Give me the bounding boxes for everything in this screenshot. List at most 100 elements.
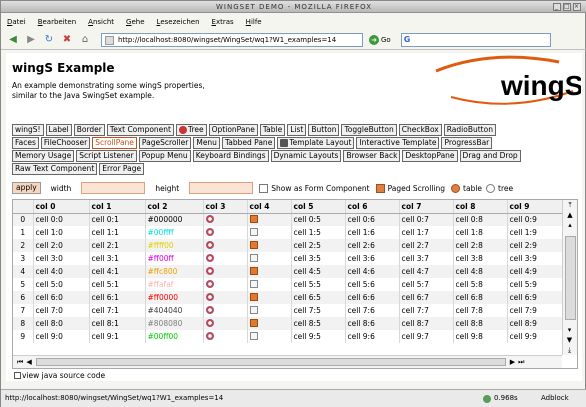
tab-button[interactable]: Button: [308, 124, 340, 136]
scroll-bottom-icon[interactable]: ⤓: [563, 345, 576, 355]
link-icon[interactable]: [205, 253, 214, 262]
row-checkbox[interactable]: [249, 214, 258, 223]
tab-error-page[interactable]: Error Page: [99, 163, 145, 175]
search-input[interactable]: G: [400, 32, 551, 47]
row-checkbox[interactable]: [249, 279, 258, 288]
tab-desktoppane[interactable]: DesktopPane: [402, 150, 458, 162]
menu-datei[interactable]: Datei: [7, 15, 26, 29]
column-header[interactable]: col 9: [507, 200, 563, 214]
link-icon[interactable]: [205, 266, 214, 275]
scroll-top-icon[interactable]: ⤒: [563, 200, 577, 210]
tab-togglebutton[interactable]: ToggleButton: [341, 124, 397, 136]
menu-bearbeiten[interactable]: Bearbeiten: [38, 15, 76, 29]
tab-radiobutton[interactable]: RadioButton: [443, 124, 496, 136]
tab-script-listener[interactable]: Script Listener: [76, 150, 137, 162]
row-checkbox[interactable]: [249, 227, 258, 236]
tab-faces[interactable]: Faces: [12, 137, 39, 149]
table-radio[interactable]: [451, 183, 461, 193]
tab-tabbed-pane[interactable]: Tabbed Pane: [221, 137, 276, 149]
column-header[interactable]: col 6: [345, 200, 400, 214]
back-icon[interactable]: ◀: [5, 32, 21, 48]
go-button[interactable]: ➜ Go: [369, 34, 391, 45]
menu-lesezeichen[interactable]: Lesezeichen: [157, 15, 200, 29]
tab-checkbox[interactable]: CheckBox: [398, 124, 442, 136]
column-header[interactable]: col 3: [203, 200, 248, 214]
scroll-down-icon[interactable]: ▼: [563, 335, 576, 345]
tab-interactive-template[interactable]: Interactive Template: [356, 137, 440, 149]
vertical-scroll-thumb[interactable]: [565, 236, 576, 320]
link-icon[interactable]: [205, 318, 214, 327]
tab-filechooser[interactable]: FileChooser: [40, 137, 91, 149]
tab-wings[interactable]: wingS!: [12, 124, 44, 136]
column-header[interactable]: col 0: [33, 200, 90, 214]
column-header[interactable]: col 7: [399, 200, 454, 214]
column-header[interactable]: col 4: [247, 200, 292, 214]
scroll-up-icon[interactable]: ▲: [563, 210, 577, 220]
column-header[interactable]: col 5: [291, 200, 346, 214]
scroll-left-icon[interactable]: ◀: [26, 358, 31, 366]
forward-icon[interactable]: ▶: [23, 32, 39, 48]
tree-radio[interactable]: [486, 183, 496, 193]
table-row[interactable]: 5 cell 5:0 cell 5:1 #ffafaf cell 5:5 cell 5:6…: [13, 278, 563, 291]
row-checkbox[interactable]: [249, 331, 258, 340]
link-icon[interactable]: [205, 214, 214, 223]
row-checkbox[interactable]: [249, 318, 258, 327]
tab-keyboard-bindings[interactable]: Keyboard Bindings: [192, 150, 269, 162]
row-checkbox[interactable]: [249, 253, 258, 262]
tab-memory-usage[interactable]: Memory Usage: [12, 150, 75, 162]
link-icon[interactable]: [205, 331, 214, 340]
row-checkbox[interactable]: [249, 240, 258, 249]
close-icon[interactable]: ×: [573, 3, 581, 11]
home-icon[interactable]: ⌂: [77, 32, 93, 48]
tab-dynamic-layouts[interactable]: Dynamic Layouts: [270, 150, 342, 162]
scroll-first-icon[interactable]: ⏮: [17, 358, 23, 367]
tab-raw-text-component[interactable]: Raw Text Component: [12, 163, 98, 175]
scroll-page-up-icon[interactable]: ▴: [563, 220, 577, 230]
show-form-checkbox[interactable]: [259, 183, 269, 193]
table-row[interactable]: 7 cell 7:0 cell 7:1 #404040 cell 7:5 cell 7:6…: [13, 304, 563, 317]
scroll-last-icon[interactable]: ⏭: [518, 358, 524, 367]
table-row[interactable]: 6 cell 6:0 cell 6:1 #ff0000 cell 6:5 cell 6:6…: [13, 291, 563, 304]
url-field[interactable]: http://localhost:8080/wingset/WingSet/wq…: [101, 32, 363, 47]
tab-browser-back[interactable]: Browser Back: [343, 150, 401, 162]
tab-drag-and-drop[interactable]: Drag and Drop: [459, 150, 521, 162]
tab-menu[interactable]: Menu: [193, 137, 220, 149]
paged-scrolling-checkbox[interactable]: [375, 183, 385, 193]
table-row[interactable]: 4 cell 4:0 cell 4:1 #ffc800 cell 4:5 cell 4:6…: [13, 265, 563, 278]
link-icon[interactable]: [205, 292, 214, 301]
link-icon[interactable]: [205, 279, 214, 288]
table-row[interactable]: 1 cell 1:0 cell 1:1 #00ffff cell 1:5 cell 1:6…: [13, 226, 563, 239]
table-row[interactable]: 8 cell 8:0 cell 8:1 #808080 cell 8:5 cell 8:6…: [13, 317, 563, 330]
tab-scrollpane[interactable]: ScrollPane: [92, 137, 137, 149]
maximize-icon[interactable]: □: [563, 3, 571, 11]
tab-template-layout[interactable]: Template Layout: [277, 137, 355, 149]
tab-border[interactable]: Border: [73, 124, 105, 136]
tab-list[interactable]: List: [287, 124, 307, 136]
link-icon[interactable]: [205, 305, 214, 314]
tab-optionpane[interactable]: OptionPane: [208, 124, 258, 136]
stop-icon[interactable]: ✖: [59, 32, 75, 48]
link-icon[interactable]: [205, 240, 214, 249]
table-row[interactable]: 9 cell 9:0 cell 9:1 #00ff00 cell 9:5 cell 9:6…: [13, 330, 563, 343]
table-row[interactable]: 3 cell 3:0 cell 3:1 #ff00ff cell 3:5 cell 3:6…: [13, 252, 563, 265]
tab-tree[interactable]: Tree: [176, 124, 207, 136]
horizontal-scroll-thumb[interactable]: [35, 358, 506, 366]
scroll-page-down-icon[interactable]: ▾: [563, 325, 576, 335]
view-source-link[interactable]: view java source code: [14, 371, 105, 380]
menu-ansicht[interactable]: Ansicht: [88, 15, 114, 29]
tab-pagescroller[interactable]: PageScroller: [138, 137, 192, 149]
horizontal-scrollbar[interactable]: ⏮ ◀ ▶ ⏭: [13, 355, 562, 368]
row-checkbox[interactable]: [249, 305, 258, 314]
link-icon[interactable]: [205, 227, 214, 236]
column-header[interactable]: col 8: [453, 200, 508, 214]
column-header[interactable]: col 2: [145, 200, 204, 214]
height-input[interactable]: [189, 182, 254, 194]
tab-popup-menu[interactable]: Popup Menu: [138, 150, 191, 162]
tab-progressbar[interactable]: ProgressBar: [441, 137, 493, 149]
minimize-icon[interactable]: _: [553, 3, 561, 11]
tab-label-demo[interactable]: Label: [45, 124, 72, 136]
menu-gehe[interactable]: Gehe: [126, 15, 145, 29]
adblock-status[interactable]: Adblock: [541, 390, 569, 407]
column-header[interactable]: col 1: [89, 200, 146, 214]
width-input[interactable]: [81, 182, 146, 194]
